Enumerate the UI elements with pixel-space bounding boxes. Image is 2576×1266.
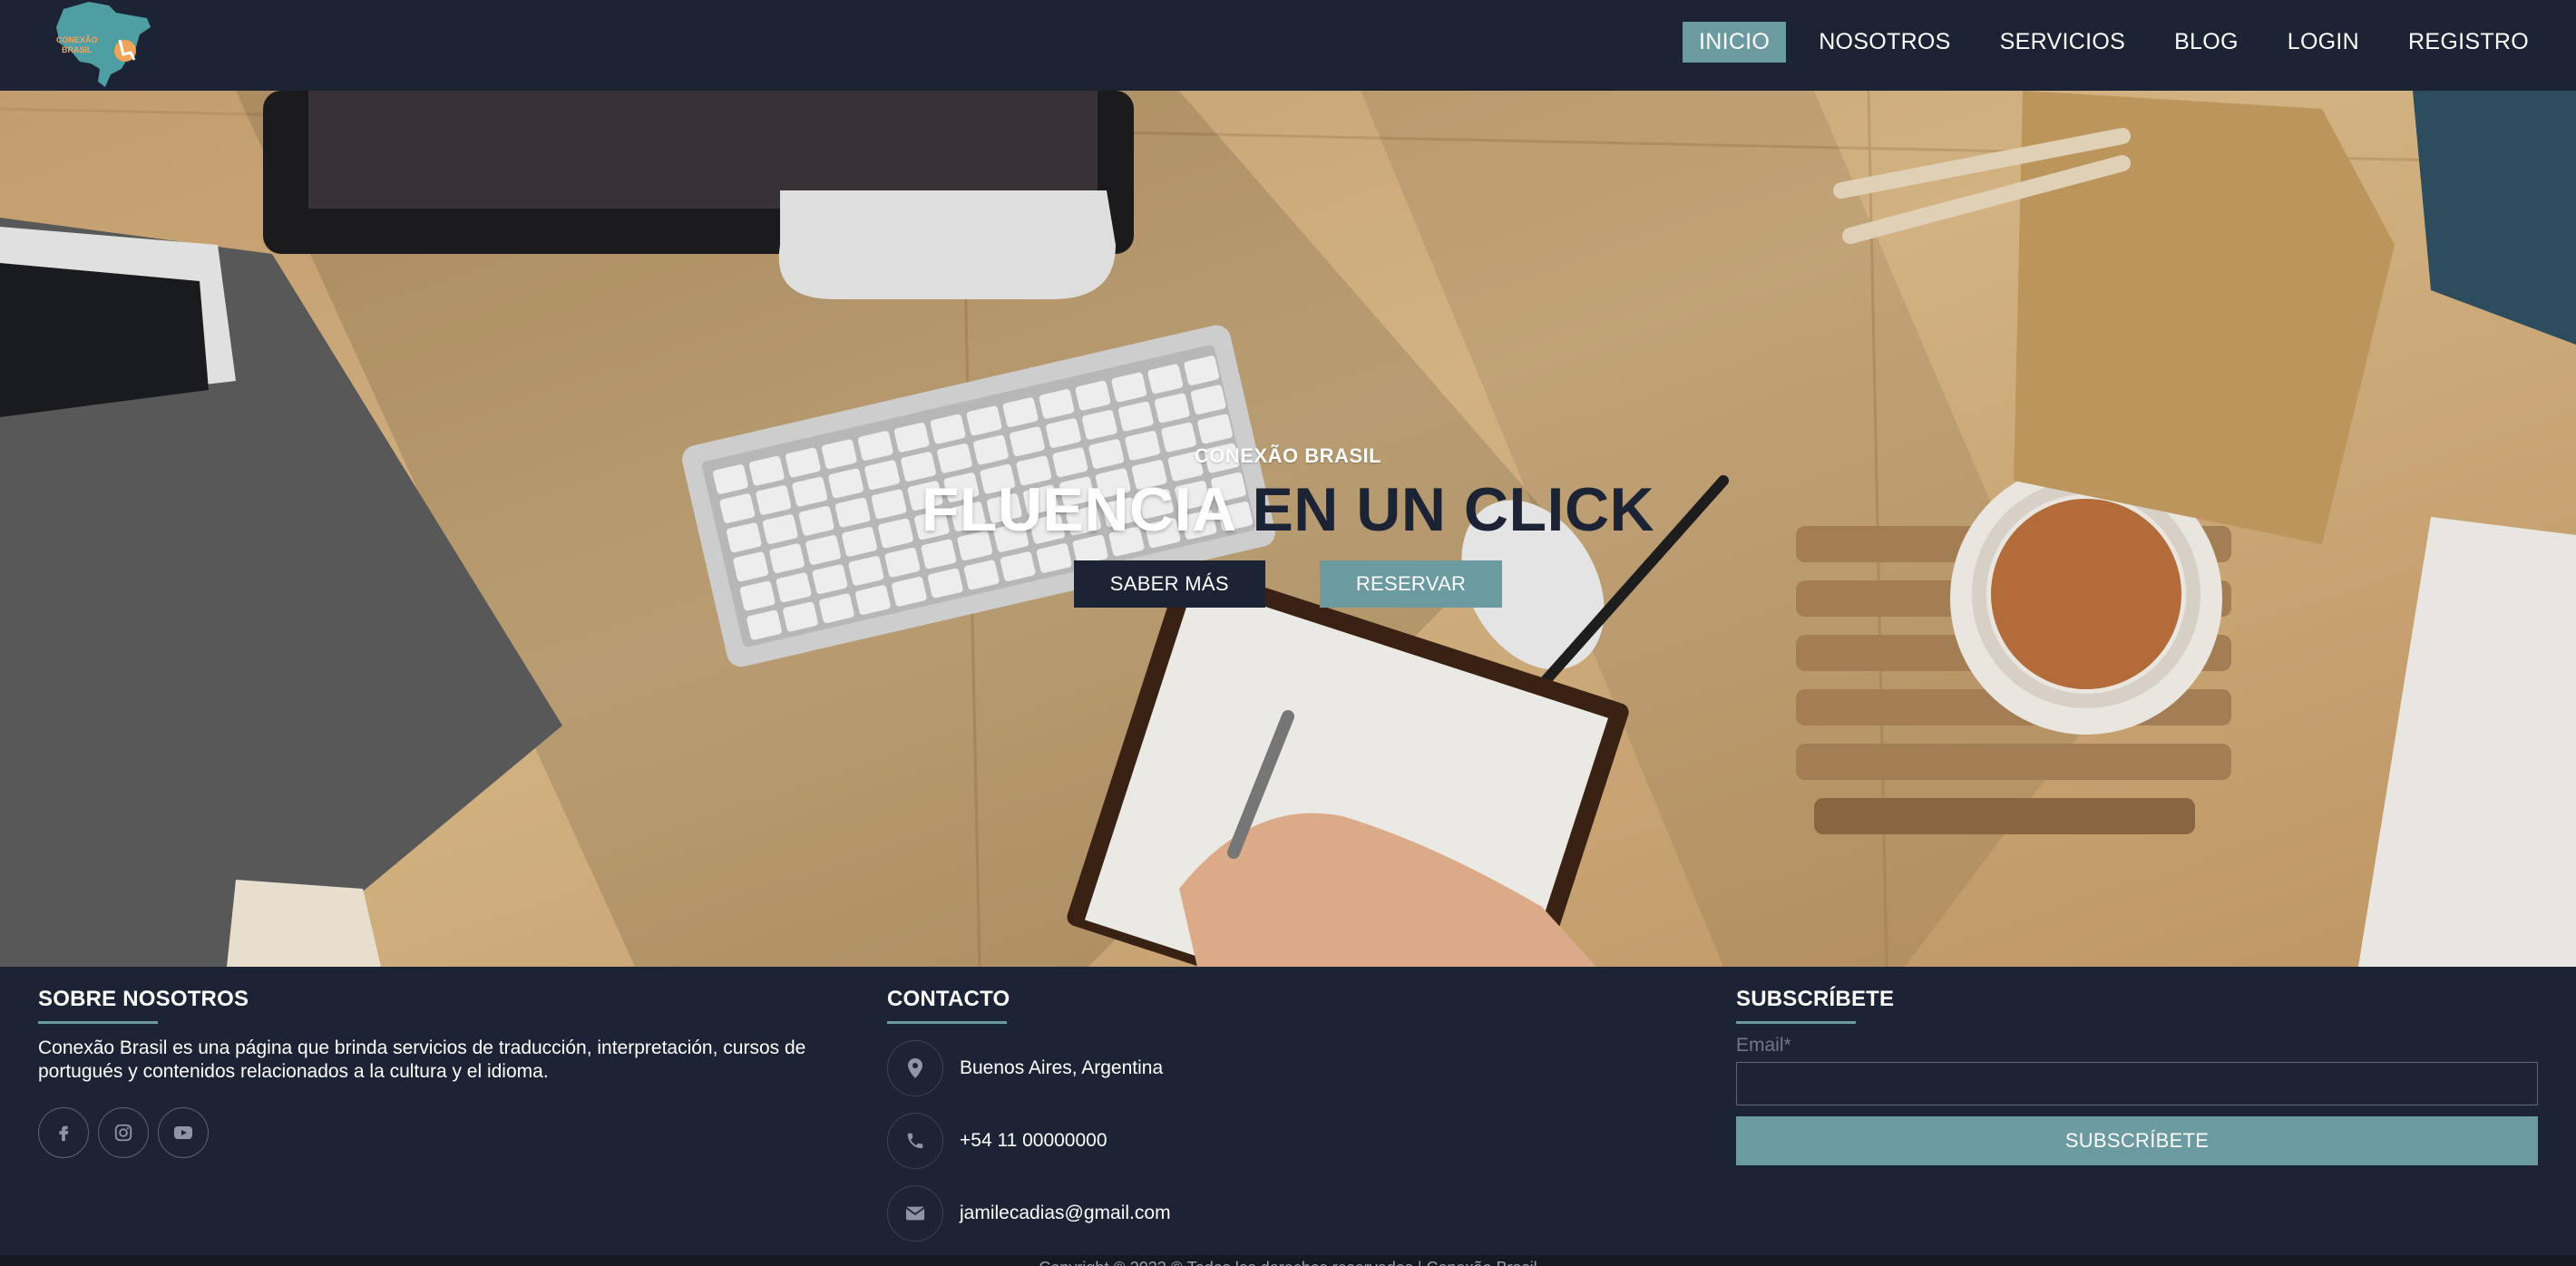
social-links [38, 1107, 854, 1158]
nav-inicio[interactable]: INICIO [1682, 22, 1787, 63]
map-pin-icon [887, 1040, 943, 1096]
contact-phone-text: +54 11 00000000 [960, 1130, 1107, 1151]
contact-location: Buenos Aires, Argentina [887, 1040, 1171, 1096]
contact-title-underline [887, 1021, 1007, 1024]
copyright-bar: Copyright © 2023 © Todos los derechos re… [0, 1255, 2576, 1266]
contact-email-text[interactable]: jamilecadias@gmail.com [960, 1203, 1171, 1224]
email-field[interactable] [1736, 1062, 2538, 1105]
hero-buttons: SABER MÁS RESERVAR [0, 560, 2576, 608]
hero-content: CONEXÃO BRASIL FLUENCIA EN UN CLICK SABE… [0, 444, 2576, 608]
hero-title-part2: EN UN CLICK [1252, 475, 1655, 544]
contact-title: CONTACTO [887, 987, 1010, 1011]
contact-phone: +54 11 00000000 [887, 1113, 1171, 1169]
hero-title-part1: FLUENCIA [921, 475, 1235, 544]
logo-text-line1: CONEXÃO [56, 35, 98, 44]
nav-login[interactable]: LOGIN [2271, 22, 2376, 63]
footer-contact: CONTACTO Buenos Aires, Argentina +54 11 … [887, 987, 1171, 1242]
brand-logo[interactable]: CONEXÃO BRASIL [53, 0, 152, 91]
phone-icon [887, 1113, 943, 1169]
subscribe-button[interactable]: SUBSCRÍBETE [1736, 1116, 2538, 1165]
footer: SOBRE NOSOTROS Conexão Brasil es una pág… [0, 967, 2576, 1255]
about-title-underline [38, 1021, 158, 1024]
main-nav: INICIO NOSOTROS SERVICIOS BLOG LOGIN REG… [1666, 22, 2545, 63]
facebook-icon[interactable] [38, 1107, 89, 1158]
nav-nosotros[interactable]: NOSOTROS [1802, 22, 1966, 63]
hero-section: CONEXÃO BRASIL FLUENCIA EN UN CLICK SABE… [0, 91, 2576, 967]
footer-about: SOBRE NOSOTROS Conexão Brasil es una pág… [38, 987, 854, 1158]
email-label: Email* [1736, 1035, 1791, 1056]
hero-kicker: CONEXÃO BRASIL [1194, 444, 1382, 467]
nav-servicios[interactable]: SERVICIOS [1984, 22, 2142, 63]
youtube-icon[interactable] [158, 1107, 209, 1158]
nav-registro[interactable]: REGISTRO [2392, 22, 2545, 63]
reservar-button[interactable]: RESERVAR [1319, 560, 1503, 608]
copyright-text: Copyright © 2023 © Todos los derechos re… [0, 1259, 2576, 1266]
logo-text-line2: BRASIL [62, 45, 93, 54]
subscribe-title: SUBSCRÍBETE [1736, 987, 1895, 1011]
footer-subscribe: SUBSCRÍBETE Email* SUBSCRÍBETE [1736, 987, 2576, 1165]
instagram-icon[interactable] [98, 1107, 149, 1158]
about-title: SOBRE NOSOTROS [38, 987, 249, 1011]
about-text: Conexão Brasil es una página que brinda … [38, 1037, 806, 1082]
saber-mas-button[interactable]: SABER MÁS [1073, 560, 1265, 608]
envelope-icon [887, 1185, 943, 1242]
contact-email: jamilecadias@gmail.com [887, 1185, 1171, 1242]
hero-title: FLUENCIA EN UN CLICK [0, 473, 2576, 546]
top-navbar: CONEXÃO BRASIL INICIO NOSOTROS SERVICIOS… [0, 0, 2576, 91]
contact-location-text: Buenos Aires, Argentina [960, 1057, 1164, 1078]
nav-blog[interactable]: BLOG [2158, 22, 2255, 63]
subscribe-title-underline [1736, 1021, 1856, 1024]
